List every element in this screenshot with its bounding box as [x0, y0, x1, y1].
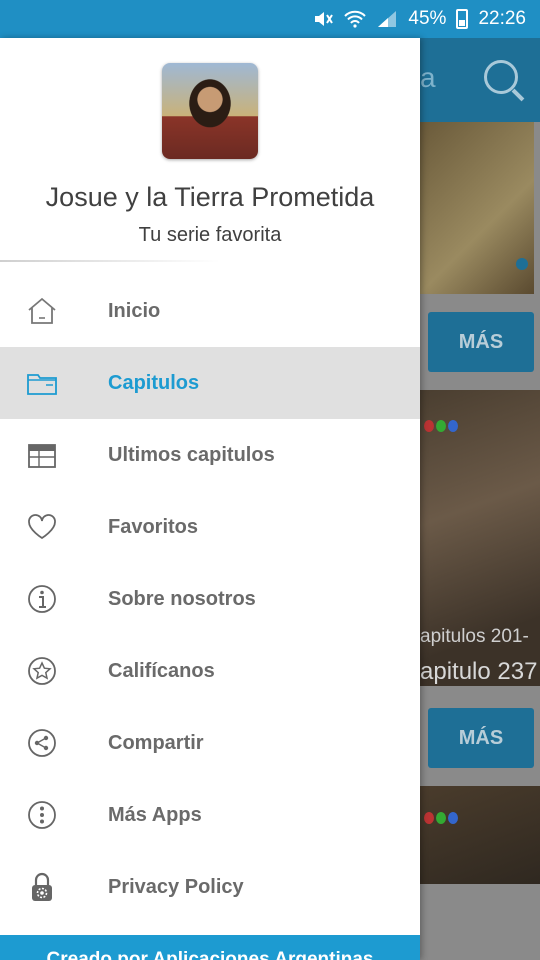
wifi-icon [344, 10, 367, 28]
more-button[interactable]: MÁS [428, 708, 534, 768]
menu-item-favoritos[interactable]: Favoritos [0, 491, 420, 563]
menu-item-sobre-nosotros[interactable]: Sobre nosotros [0, 563, 420, 635]
share-icon [28, 729, 56, 757]
episode-range-caption: apitulos 201- [420, 626, 529, 647]
menu-item-inicio[interactable]: Inicio [0, 275, 420, 347]
clock: 22:26 [478, 8, 526, 29]
home-icon [28, 297, 56, 324]
header-divider [0, 260, 220, 262]
menu-item-ultimos-capitulos[interactable]: Ultimos capitulos [0, 419, 420, 491]
background-episode-image: apitulos 201- apitulo 237 [420, 390, 540, 686]
episode-title-caption: apitulo 237 [420, 658, 538, 685]
drawer-header: Josue y la Tierra Prometida Tu serie fav… [0, 38, 420, 263]
menu-item-capitulos[interactable]: Capitulos [0, 347, 420, 419]
status-icons: 45% 22:26 [312, 0, 526, 38]
background-episode-image [420, 786, 540, 884]
mute-icon [315, 12, 334, 26]
lock-icon [32, 872, 52, 901]
battery-percent: 45% [408, 8, 447, 29]
folder-icon [27, 374, 57, 395]
info-icon [28, 585, 56, 613]
battery-icon [456, 9, 469, 29]
drawer-footer[interactable]: Creado por Aplicaciones Argentinas [0, 935, 420, 960]
menu-item-label: Favoritos [108, 515, 199, 538]
more-button[interactable]: MÁS [428, 312, 534, 372]
app-subtitle: Tu serie favorita [138, 224, 282, 246]
navigation-drawer: Josue y la Tierra Prometida Tu serie fav… [0, 38, 420, 960]
search-icon [484, 60, 518, 94]
menu-item-label: Privacy Policy [108, 875, 244, 898]
menu-item-privacy-policy[interactable]: Privacy Policy [0, 851, 420, 923]
menu-item-label: Capitulos [108, 371, 200, 394]
drawer-menu: Inicio Capitulos Ultimos capitulos Favor… [0, 275, 420, 923]
calendar-icon [28, 444, 56, 468]
menu-item-mas-apps[interactable]: Más Apps [0, 779, 420, 851]
menu-item-label: Compartir [108, 731, 204, 754]
background-app: a MÁS apitulos 201- apitulo 237 MÁS [420, 38, 540, 960]
menu-item-label: Más Apps [108, 803, 202, 826]
menu-item-label: Ultimos capitulos [108, 443, 275, 466]
app-title: Josue y la Tierra Prometida [45, 182, 375, 212]
menu-item-label: Califícanos [108, 659, 215, 682]
series-avatar [162, 63, 258, 159]
signal-icon [378, 11, 397, 27]
heart-icon [28, 514, 56, 540]
more-icon [28, 801, 56, 829]
menu-item-compartir[interactable]: Compartir [0, 707, 420, 779]
background-toolbar-title: a [420, 62, 436, 93]
menu-item-calificanos[interactable]: Califícanos [0, 635, 420, 707]
star-icon [28, 657, 56, 685]
background-toolbar: a [420, 38, 540, 122]
status-bar: 45% 22:26 [0, 0, 540, 38]
carousel-indicator [516, 258, 528, 270]
menu-item-label: Inicio [108, 299, 161, 322]
menu-item-label: Sobre nosotros [108, 587, 256, 610]
